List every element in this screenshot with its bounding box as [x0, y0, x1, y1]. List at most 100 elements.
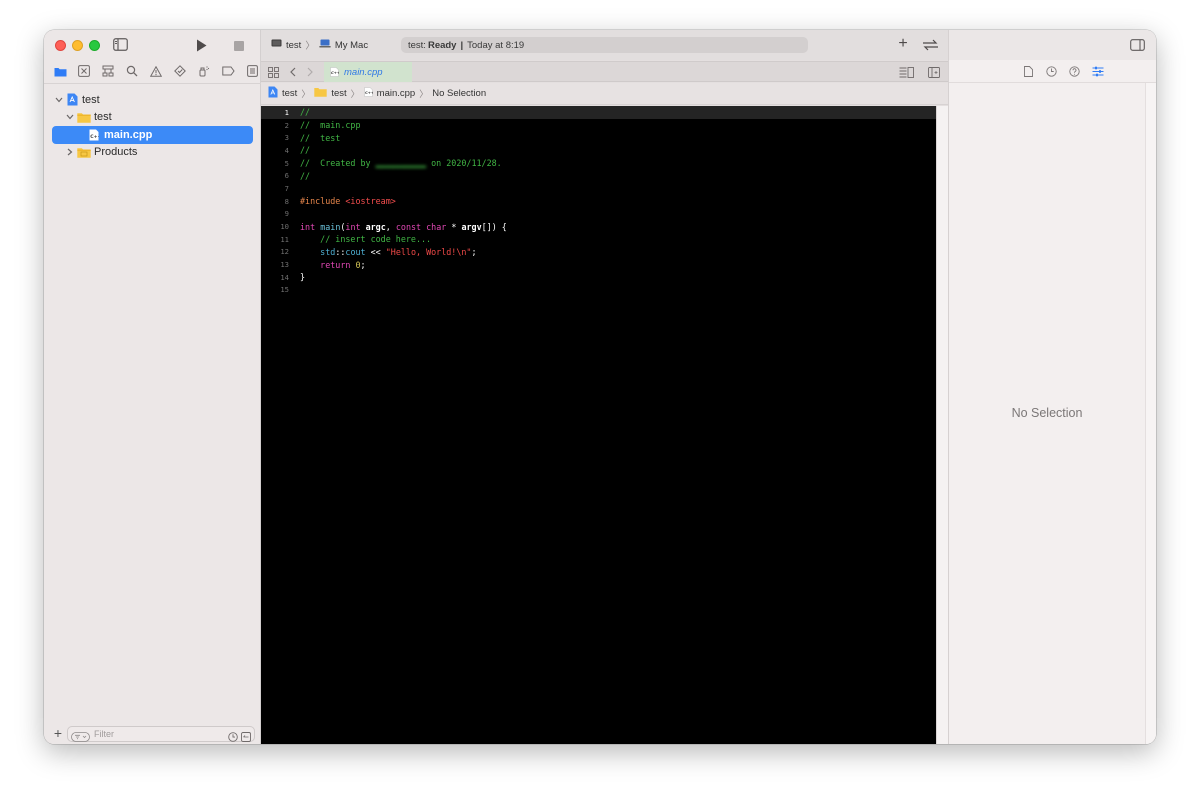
jumpbar-project[interactable]: test — [282, 88, 297, 99]
tree-label: main.cpp — [104, 128, 153, 141]
code-line[interactable]: 15 — [261, 284, 936, 297]
line-number: 1 — [284, 107, 289, 117]
tab-label: main.cpp — [344, 66, 383, 78]
find-search-icon[interactable] — [123, 62, 141, 80]
run-icon[interactable] — [195, 38, 208, 52]
history-clock-icon[interactable] — [1045, 65, 1059, 79]
mac-device-icon — [319, 39, 331, 51]
symbol-hierarchy-icon[interactable] — [99, 62, 117, 80]
issue-warning-icon[interactable] — [147, 62, 165, 80]
add-editor-split-icon[interactable] — [928, 66, 940, 78]
line-number: 10 — [280, 222, 289, 232]
tree-row-project[interactable]: test — [44, 91, 261, 109]
editor-tab-bar: C++ main.cpp — [261, 61, 948, 82]
editor-scrollbar[interactable] — [936, 106, 948, 744]
code-text: // test — [300, 132, 341, 143]
line-number: 11 — [280, 234, 289, 244]
code-line[interactable]: 2 // main.cpp — [261, 119, 936, 132]
navigator-pane: test test C++ main.cpp — [44, 30, 261, 744]
tree-row-file[interactable]: C++ main.cpp — [44, 126, 261, 144]
tab-main-cpp[interactable]: C++ main.cpp — [324, 62, 412, 82]
code-line[interactable]: 4 // — [261, 144, 936, 157]
inspector-scrollbar[interactable] — [1145, 83, 1156, 744]
status-time: Today at 8:19 — [467, 39, 525, 51]
scheme-target-label: test — [286, 39, 302, 51]
add-plus-icon[interactable]: + — [52, 725, 64, 741]
code-line[interactable]: 14} — [261, 271, 936, 284]
back-chevron-icon[interactable] — [288, 66, 298, 78]
stop-icon[interactable] — [233, 40, 244, 51]
code-line[interactable]: 6 // — [261, 169, 936, 182]
code-line[interactable]: 9 — [261, 208, 936, 221]
sidebar-toggle-icon[interactable] — [113, 38, 128, 51]
tree-row-group[interactable]: test — [44, 109, 261, 127]
toolbar: test 〉 My Mac test: Ready | Today at 8:1… — [261, 30, 948, 60]
editor-options-icon[interactable] — [899, 66, 914, 78]
code-line[interactable]: 3 // test — [261, 131, 936, 144]
breakpoint-tag-icon[interactable] — [219, 62, 237, 80]
jumpbar-chevron-icon: 〉 — [419, 89, 429, 99]
code-line[interactable]: 11 // insert code here... — [261, 233, 936, 246]
debug-spray-icon[interactable] — [195, 62, 213, 80]
xcode-window: test test C++ main.cpp — [44, 30, 1156, 744]
attributes-sliders-icon[interactable] — [1091, 65, 1105, 79]
library-plus-icon[interactable]: + — [896, 35, 910, 52]
activity-status-bar[interactable]: test: Ready | Today at 8:19 — [401, 37, 808, 53]
code-line[interactable]: 5 // Created by ▂▂▂▂▂▂▂▂▂▂ on 2020/11/28. — [261, 157, 936, 170]
line-number: 7 — [284, 183, 289, 193]
quick-help-question-icon[interactable] — [1068, 65, 1082, 79]
jumpbar-file[interactable]: main.cpp — [377, 88, 416, 99]
source-control-filter-icon[interactable] — [241, 729, 251, 744]
tree-label: test — [94, 111, 112, 124]
line-number: 14 — [280, 272, 289, 282]
redacted-author: ▂▂▂▂▂▂▂▂▂▂ — [375, 158, 427, 169]
svg-text:C++: C++ — [331, 70, 339, 75]
minimize-window-button[interactable] — [72, 40, 83, 51]
chevron-down-icon[interactable] — [65, 112, 75, 122]
project-file-icon — [67, 93, 80, 106]
filter-input[interactable]: Filter — [67, 726, 255, 742]
scheme-separator-chevron-icon: 〉 — [305, 41, 315, 52]
chevron-down-icon[interactable] — [54, 95, 64, 105]
project-tree: test test C++ main.cpp — [44, 91, 261, 161]
zoom-window-button[interactable] — [89, 40, 100, 51]
scheme-selector[interactable]: test 〉 My Mac — [271, 38, 368, 52]
tree-row-products[interactable]: Products — [44, 144, 261, 162]
navigator-titlebar — [44, 30, 261, 60]
project-file-icon — [268, 86, 278, 101]
source-control-x-box-icon[interactable] — [75, 62, 93, 80]
test-diamond-icon[interactable] — [171, 62, 189, 80]
folder-icon — [77, 112, 91, 124]
line-number: 3 — [284, 133, 289, 143]
related-items-grid-icon[interactable] — [267, 66, 279, 78]
code-line[interactable]: 12 std::cout << "Hello, World!\n"; — [261, 246, 936, 259]
close-window-button[interactable] — [55, 40, 66, 51]
code-text: // — [300, 145, 311, 156]
report-list-icon[interactable] — [243, 62, 261, 80]
code-line[interactable]: 7 — [261, 182, 936, 195]
code-text: std::cout << "Hello, World!\n"; — [320, 246, 477, 257]
code-line[interactable]: 13 return 0; — [261, 258, 936, 271]
filter-options-icon[interactable] — [71, 729, 90, 744]
jump-bar[interactable]: test 〉 test 〉 C++ main.cpp 〉 No Selectio… — [261, 83, 948, 105]
inspector-empty-label: No Selection — [1011, 406, 1083, 420]
code-line[interactable]: 10 int main(int argc, const char * argv[]… — [261, 220, 936, 233]
code-text: // — [300, 170, 311, 181]
file-inspector-document-icon[interactable] — [1022, 65, 1036, 79]
code-line[interactable]: 8 #include <iostream> — [261, 195, 936, 208]
folder-icon — [77, 147, 91, 159]
project-navigator-folder-icon[interactable] — [51, 62, 69, 80]
jumpbar-group[interactable]: test — [331, 88, 346, 99]
chevron-right-icon[interactable] — [65, 147, 75, 157]
tree-label: Products — [94, 146, 138, 159]
code-line[interactable]: 1 // — [261, 106, 936, 119]
source-editor[interactable]: 1 // 2 // main.cpp 3 // test 4 // 5 // Create… — [261, 106, 936, 744]
inspector-toggle-icon[interactable] — [1130, 39, 1145, 51]
forward-chevron-icon[interactable] — [305, 66, 315, 78]
code-text: // Created by ▂▂▂▂▂▂▂▂▂▂ on 2020/11/28. — [300, 158, 502, 169]
line-number: 13 — [280, 260, 289, 270]
recent-files-clock-icon[interactable] — [228, 729, 238, 744]
code-review-arrows-icon[interactable] — [922, 39, 939, 51]
cpp-file-icon: C++ — [330, 67, 340, 80]
jumpbar-symbol[interactable]: No Selection — [432, 88, 486, 99]
